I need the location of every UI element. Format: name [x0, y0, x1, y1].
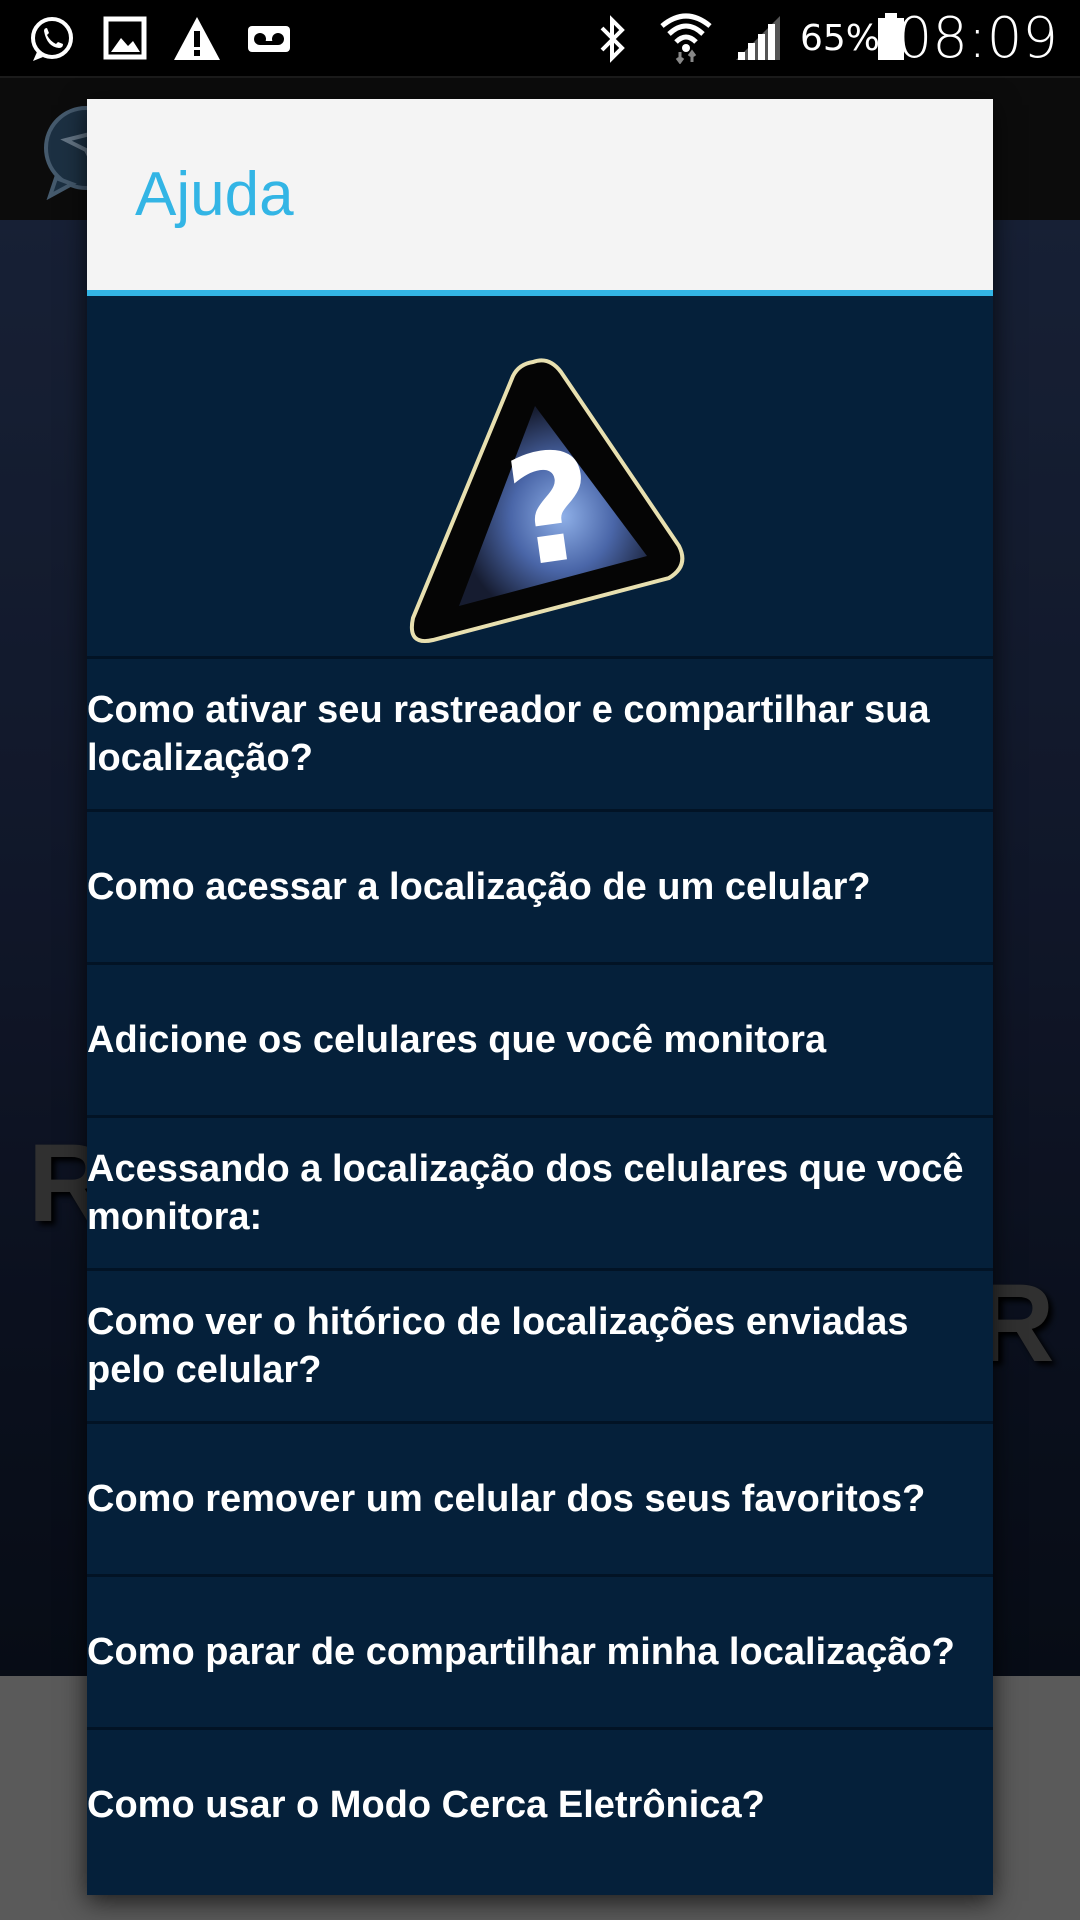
help-topic-item[interactable]: Como ver o hitórico de localizações envi…: [87, 1268, 993, 1421]
help-topic-item[interactable]: Adicione os celulares que você monitora: [87, 962, 993, 1115]
help-topic-item[interactable]: Como ativar seu rastreador e compartilha…: [87, 656, 993, 809]
help-topic-item[interactable]: Como acessar a localização de um celular…: [87, 809, 993, 962]
dialog-title: Ajuda: [135, 160, 294, 229]
image-icon: [103, 16, 147, 60]
help-topic-label: Como ver o hitórico de localizações envi…: [87, 1301, 909, 1391]
dialog-header: Ajuda: [87, 99, 993, 290]
help-icon-container: ?: [87, 296, 993, 656]
warning-icon: [174, 17, 220, 60]
help-topic-label: Como ativar seu rastreador e compartilha…: [87, 689, 930, 779]
help-topic-label: Como parar de compartilhar minha localiz…: [87, 1631, 955, 1673]
help-topic-label: Adicione os celulares que você monitora: [87, 1019, 827, 1061]
help-topic-item[interactable]: Acessando a localização dos celulares qu…: [87, 1115, 993, 1268]
bluetooth-icon: [600, 15, 625, 63]
whatsapp-icon: [31, 17, 73, 61]
voicemail-icon: [248, 26, 290, 52]
help-topic-label: Como remover um celular dos seus favorit…: [87, 1478, 926, 1520]
help-topic-label: Acessando a localização dos celulares qu…: [87, 1148, 964, 1238]
help-topic-item[interactable]: Como usar o Modo Cerca Eletrônica?: [87, 1727, 993, 1880]
help-topic-label: Como acessar a localização de um celular…: [87, 866, 871, 908]
help-topic-item[interactable]: Como parar de compartilhar minha localiz…: [87, 1574, 993, 1727]
screen: R R 65% 08:09 Ajuda ? Como ativar seu ra…: [0, 0, 1080, 1920]
help-dialog: Ajuda ? Como ativar seu rastreador e com…: [87, 99, 993, 1895]
help-question-icon: ?: [410, 358, 685, 643]
help-topic-label: Como usar o Modo Cerca Eletrônica?: [87, 1784, 765, 1826]
signal-icon: [736, 16, 780, 60]
help-topic-item[interactable]: Como remover um celular dos seus favorit…: [87, 1421, 993, 1574]
status-bar: 65% 08:09: [0, 0, 1080, 76]
help-topic-list: Como ativar seu rastreador e compartilha…: [87, 656, 993, 1880]
clock: 08:09: [896, 6, 1058, 71]
wifi-icon: [660, 13, 712, 64]
battery-percent: 65%: [800, 18, 881, 59]
